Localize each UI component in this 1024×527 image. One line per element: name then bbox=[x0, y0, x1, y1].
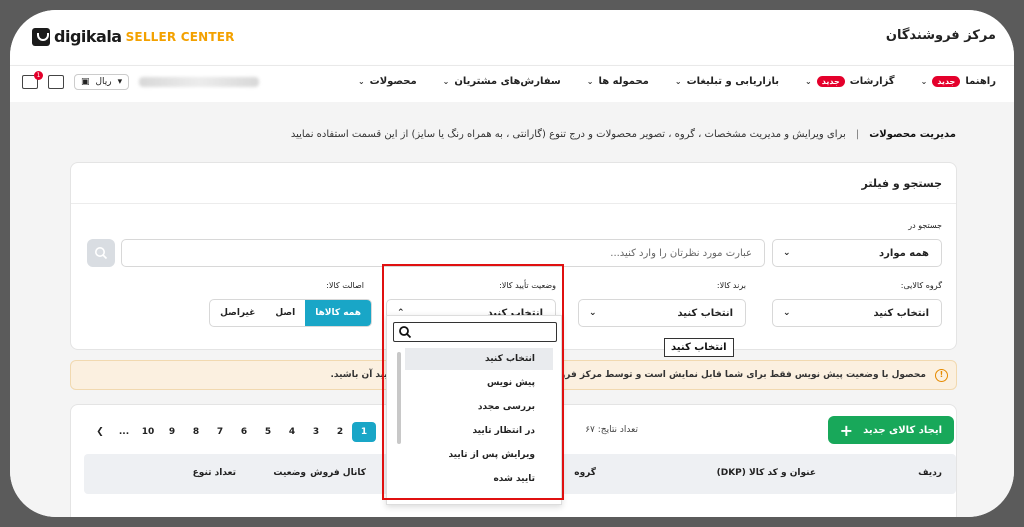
column-status: وضعیت bbox=[273, 468, 306, 478]
digikala-logo-icon bbox=[32, 27, 50, 46]
originality-toggle: غیراصل اصل همه کالاها bbox=[209, 299, 372, 327]
chevron-down-icon: ⌄ bbox=[805, 77, 812, 86]
chevron-down-icon: ⌄ bbox=[357, 77, 365, 86]
notification-count: 1 bbox=[34, 71, 43, 80]
page-6[interactable]: 6 bbox=[232, 427, 256, 437]
page-9[interactable]: 9 bbox=[160, 427, 184, 437]
breadcrumb: مدیریت محصولات | برای ویرایش و مدیریت مش… bbox=[291, 129, 956, 140]
search-placeholder: عبارت مورد نظرتان را وارد کنید... bbox=[610, 247, 752, 259]
page-ellipsis: ... bbox=[118, 427, 130, 437]
chevron-left-icon[interactable]: ❮ bbox=[88, 427, 112, 437]
logo-text: digikala bbox=[54, 27, 122, 46]
highlight-box bbox=[382, 264, 564, 500]
nav-item-help[interactable]: راهنما جدید ⌄ bbox=[921, 76, 996, 87]
chevron-down-icon: ▾ bbox=[117, 77, 123, 87]
chevron-down-icon: ⌄ bbox=[783, 248, 791, 258]
mail-icon[interactable]: 1 bbox=[22, 71, 43, 89]
chevron-down-icon: ⌄ bbox=[589, 308, 597, 318]
brand-label: برند کالا: bbox=[716, 281, 746, 290]
chevron-down-icon: ⌄ bbox=[920, 77, 928, 86]
wallet-button[interactable]: ▣ ریال ▾ bbox=[74, 74, 130, 90]
originality-option-original[interactable]: اصل bbox=[265, 300, 305, 326]
page-1-active[interactable]: 1 bbox=[352, 422, 376, 442]
originality-label: اصالت کالا: bbox=[326, 281, 364, 290]
page-10[interactable]: 10 bbox=[136, 427, 160, 437]
nav-item-label: محصولات bbox=[369, 76, 417, 87]
results-count: تعداد نتایج: ۶۷ bbox=[585, 425, 638, 435]
nav-item-label: گزارشات bbox=[849, 76, 895, 87]
group-value: انتخاب کنید bbox=[873, 307, 929, 319]
search-input[interactable]: عبارت مورد نظرتان را وارد کنید... bbox=[121, 239, 765, 267]
tooltip: انتخاب کنید bbox=[664, 338, 734, 357]
page-7[interactable]: 7 bbox=[208, 427, 232, 437]
nav-item-marketing[interactable]: بازاریابی و تبلیغات ⌄ bbox=[675, 76, 779, 87]
page-8[interactable]: 8 bbox=[184, 427, 208, 437]
column-title-code: عنوان و کد کالا (DKP) bbox=[716, 468, 816, 478]
nav-item-products[interactable]: محصولات ⌄ bbox=[358, 76, 417, 87]
chevron-down-icon: ⌄ bbox=[674, 77, 682, 86]
app-title: مرکز فروشندگان bbox=[885, 28, 996, 43]
nav-item-label: سفارش‌های مشتریان bbox=[454, 76, 561, 87]
search-in-select[interactable]: همه موارد ⌄ bbox=[772, 239, 942, 267]
nav-item-label: بازاریابی و تبلیغات bbox=[686, 76, 780, 87]
column-row-number: ردیف bbox=[918, 468, 942, 478]
column-sales-channel: کانال فروش bbox=[310, 468, 366, 478]
column-group: گروه bbox=[574, 468, 596, 478]
originality-option-non-original[interactable]: غیراصل bbox=[210, 300, 265, 326]
brand-select[interactable]: انتخاب کنید ⌄ bbox=[578, 299, 746, 327]
currency-label: ریال bbox=[95, 77, 112, 87]
page-4[interactable]: 4 bbox=[280, 427, 304, 437]
results-value: ۶۷ bbox=[585, 425, 595, 435]
wallet-icon: ▣ bbox=[81, 77, 90, 87]
divider bbox=[71, 203, 956, 204]
pagination: ❮ ... 10 9 8 7 6 5 4 3 2 1 bbox=[88, 422, 376, 442]
group-label: گروه کالایی: bbox=[900, 281, 942, 290]
column-variant-count: تعداد تنوع bbox=[192, 468, 236, 478]
add-product-button[interactable]: ایجاد کالای جدید + bbox=[827, 416, 954, 444]
group-select[interactable]: انتخاب کنید ⌄ bbox=[772, 299, 942, 327]
search-icon bbox=[95, 247, 108, 260]
filter-title: جستجو و فیلتر bbox=[861, 177, 942, 190]
nav-item-label: محموله ها bbox=[598, 76, 649, 87]
top-bar: digikala SELLER CENTER مرکز فروشندگان bbox=[10, 10, 1014, 66]
page-5[interactable]: 5 bbox=[256, 427, 280, 437]
info-icon: ! bbox=[935, 369, 948, 382]
search-in-value: همه موارد bbox=[879, 247, 929, 259]
chevron-down-icon: ⌄ bbox=[586, 77, 594, 86]
logo[interactable]: digikala SELLER CENTER bbox=[32, 27, 235, 46]
page-3[interactable]: 3 bbox=[304, 427, 328, 437]
results-label: تعداد نتایج: bbox=[597, 425, 638, 435]
logo-subtitle: SELLER CENTER bbox=[125, 29, 235, 44]
page-2[interactable]: 2 bbox=[328, 427, 352, 437]
nav-item-shipments[interactable]: محموله ها ⌄ bbox=[587, 76, 649, 87]
breadcrumb-separator: | bbox=[855, 129, 860, 140]
page-description: برای ویرایش و مدیریت مشخصات ، گروه ، تصو… bbox=[290, 129, 846, 140]
chevron-down-icon: ⌄ bbox=[783, 308, 791, 318]
chevron-down-icon: ⌄ bbox=[442, 77, 450, 86]
main-nav: محصولات ⌄ سفارش‌های مشتریان ⌄ محموله ها ⌄ ب… bbox=[10, 66, 1014, 102]
nav-item-label: راهنما bbox=[965, 76, 996, 87]
plus-icon: + bbox=[839, 420, 854, 440]
new-badge: جدید bbox=[816, 76, 845, 87]
new-badge: جدید bbox=[932, 76, 961, 87]
search-button[interactable] bbox=[87, 239, 115, 267]
search-in-label: جستجو در bbox=[908, 221, 942, 230]
brand-value: انتخاب کنید bbox=[677, 307, 733, 319]
nav-item-orders[interactable]: سفارش‌های مشتریان ⌄ bbox=[443, 76, 561, 87]
app-window: digikala SELLER CENTER مرکز فروشندگان مح… bbox=[10, 10, 1014, 517]
cart-icon[interactable] bbox=[48, 75, 64, 89]
originality-option-all[interactable]: همه کالاها bbox=[305, 300, 371, 326]
account-name-blurred[interactable] bbox=[139, 77, 260, 87]
page-title: مدیریت محصولات bbox=[869, 129, 956, 140]
add-product-label: ایجاد کالای جدید bbox=[863, 424, 942, 436]
nav-item-reports[interactable]: گزارشات جدید ⌄ bbox=[805, 76, 895, 87]
